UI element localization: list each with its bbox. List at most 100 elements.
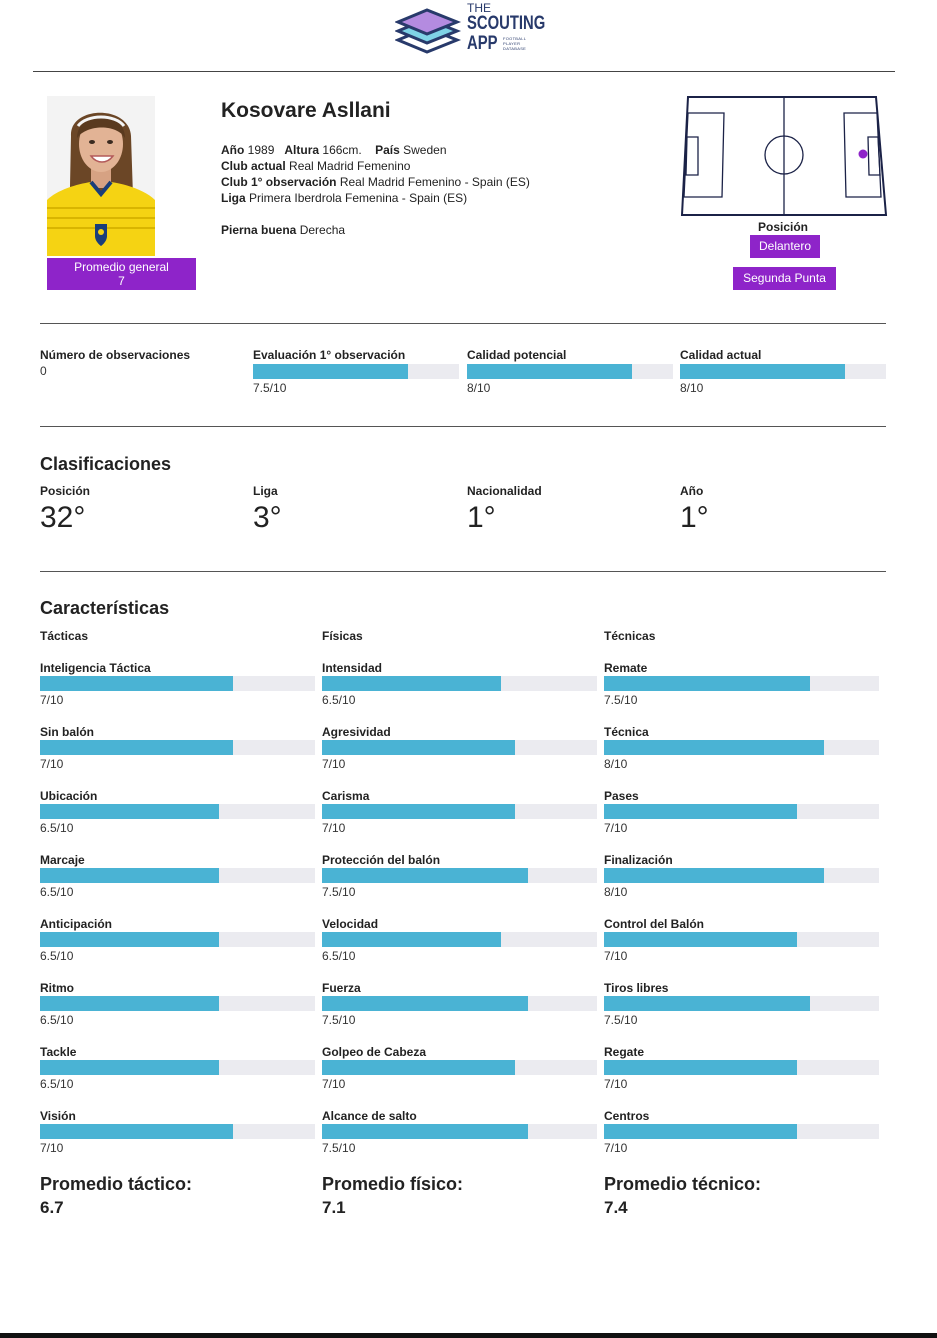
rank-year-value: 1° [680,501,709,534]
rank-nationality-value: 1° [467,501,496,534]
attribute-name-tackle: Tackle [40,1045,77,1059]
metric-potential-quality-value: 8/10 [467,381,491,395]
attribute-value-centros: 7/10 [604,1141,628,1155]
metric-first-evaluation-label: Evaluación 1° observación [253,348,406,362]
header-divider [33,71,895,72]
attribute-value-alcance-de-salto: 7.5/10 [322,1141,356,1155]
attribute-name-fuerza: Fuerza [322,981,361,995]
preferred-foot-row: Pierna buena Derecha [221,222,345,238]
attribute-name-anticipacion: Anticipación [40,917,113,931]
league-row: Liga Primera Iberdrola Femenina - Spain … [221,190,467,206]
average-label-fisicas: Promedio físico: [322,1174,464,1194]
attribute-bar-fill-proteccion-del-balon [322,868,529,883]
metric-current-quality-fill [680,364,845,379]
attribute-name-sin-balon: Sin balón [40,725,94,739]
attribute-bar-fill-finalizacion [604,868,824,883]
metric-first-evaluation-value: 7.5/10 [253,381,287,395]
attribute-bar-vision [40,1124,315,1139]
position-tag-primary: Delantero [750,235,820,258]
metric-first-evaluation-fill [253,364,408,379]
attribute-bar-intensidad [322,676,597,691]
attribute-bar-pases [604,804,879,819]
observations-count-label: Número de observaciones [40,348,191,362]
attribute-value-tackle: 6.5/10 [40,1077,74,1091]
attribute-name-control-del-balon: Control del Balón [604,917,704,931]
attribute-value-regate: 7/10 [604,1077,628,1091]
first-observation-club-row: Club 1° observación Real Madrid Femenino… [221,174,530,190]
attribute-name-carisma: Carisma [322,789,370,803]
attribute-value-sin-balon: 7/10 [40,757,64,771]
column-heading-tecnicas: Técnicas [604,629,656,643]
attribute-bar-finalizacion [604,868,879,883]
attribute-bar-fill-marcaje [40,868,219,883]
rank-league-value: 3° [253,501,282,534]
attribute-value-pases: 7/10 [604,821,628,835]
overall-average-badge: Promedio general 7 [47,258,196,290]
attribute-bar-tiros-libres [604,996,879,1011]
attribute-bar-sin-balon [40,740,315,755]
attribute-bar-fill-anticipacion [40,932,219,947]
observations-count-value: 0 [40,364,47,378]
player-name: Kosovare Asllani [221,99,391,122]
attribute-value-tiros-libres: 7.5/10 [604,1013,638,1027]
rank-position-label: Posición [40,484,91,498]
attribute-bar-agresividad [322,740,597,755]
attribute-value-golpeo-de-cabeza: 7/10 [322,1077,346,1091]
metric-current-quality-label: Calidad actual [680,348,762,362]
attribute-bar-remate [604,676,879,691]
country-value: Sweden [403,143,447,157]
rank-nationality-label: Nacionalidad [467,484,542,498]
attribute-bar-fill-ubicacion [40,804,219,819]
attribute-bar-fill-agresividad [322,740,515,755]
attribute-bar-fill-tiros-libres [604,996,811,1011]
foot-value: Derecha [299,223,346,237]
rank-position-value: 32° [40,501,86,534]
metric-current-quality-bar [680,364,886,379]
attribute-bar-inteligencia-tactica [40,676,315,691]
year-label: Año [221,143,245,157]
metric-current-quality-value: 8/10 [680,381,704,395]
club-value: Real Madrid Femenino [289,159,411,173]
attribute-bar-fill-carisma [322,804,515,819]
average-value-tacticas: 6.7 [40,1198,64,1217]
attribute-bar-anticipacion [40,932,315,947]
overall-average-label: Promedio general [74,260,169,274]
attribute-bar-velocidad [322,932,597,947]
attribute-bar-marcaje [40,868,315,883]
attribute-name-golpeo-de-cabeza: Golpeo de Cabeza [322,1045,427,1059]
attribute-value-ritmo: 6.5/10 [40,1013,74,1027]
attribute-name-centros: Centros [604,1109,650,1123]
attribute-name-proteccion-del-balon: Protección del balón [322,853,441,867]
attribute-bar-fill-golpeo-de-cabeza [322,1060,515,1075]
attribute-value-inteligencia-tactica: 7/10 [40,693,64,707]
current-club-row: Club actual Real Madrid Femenino [221,158,410,174]
height-value: 166cm. [322,143,362,157]
attribute-bar-ritmo [40,996,315,1011]
attribute-value-proteccion-del-balon: 7.5/10 [322,885,356,899]
logo-text-scouting: SCOUTING [467,13,546,34]
attribute-bar-golpeo-de-cabeza [322,1060,597,1075]
metric-potential-quality-fill [467,364,632,379]
attribute-value-carisma: 7/10 [322,821,346,835]
attribute-name-finalizacion: Finalización [604,853,673,867]
attribute-name-remate: Remate [604,661,648,675]
attribute-value-control-del-balon: 7/10 [604,949,628,963]
attribute-bar-fill-ritmo [40,996,219,1011]
club-label: Club actual [221,159,286,173]
attribute-bar-fill-remate [604,676,811,691]
position-tag-secondary: Segunda Punta [733,267,836,290]
attribute-bar-fill-alcance-de-salto [322,1124,529,1139]
attribute-name-marcaje: Marcaje [40,853,85,867]
attribute-bar-fill-control-del-balon [604,932,797,947]
attribute-name-intensidad: Intensidad [322,661,383,675]
attribute-bar-fill-intensidad [322,676,501,691]
attribute-bar-fill-velocidad [322,932,501,947]
section-divider [40,426,886,427]
characteristics-title: Características [40,598,170,618]
attribute-bar-proteccion-del-balon [322,868,597,883]
attribute-bar-tecnica [604,740,879,755]
attribute-bar-centros [604,1124,879,1139]
rank-league-label: Liga [253,484,278,498]
section-divider [40,323,886,324]
first-obs-club-label: Club 1° observación [221,175,337,189]
